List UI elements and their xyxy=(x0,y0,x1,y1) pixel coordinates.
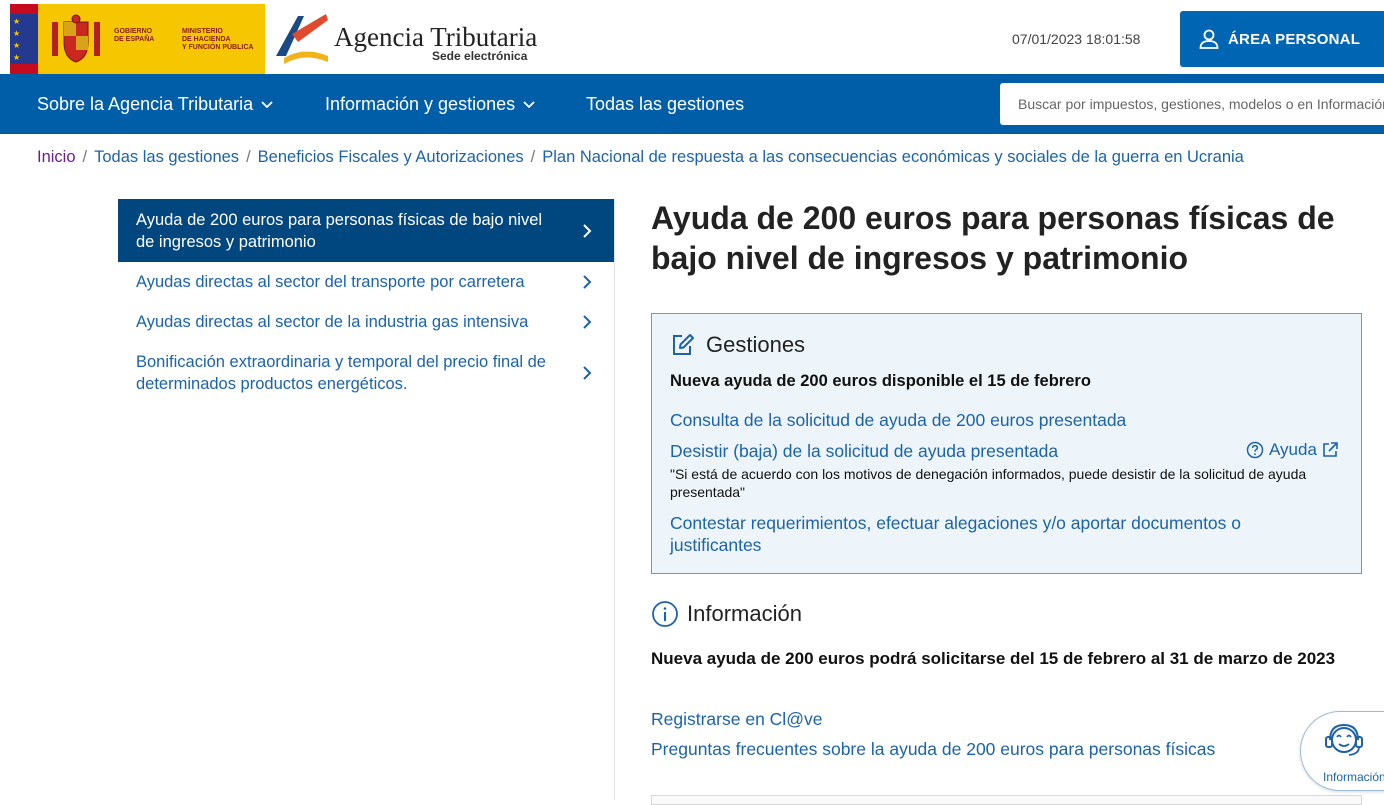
gestiones-notice: Nueva ayuda de 200 euros disponible el 1… xyxy=(670,372,1091,390)
page-title: Ayuda de 200 euros para personas físicas… xyxy=(651,200,1335,276)
nav-item-label: Todas las gestiones xyxy=(586,93,745,114)
breadcrumb-inicio[interactable]: Inicio xyxy=(37,148,76,166)
chevron-right-icon xyxy=(583,366,592,380)
link-desistir-solicitud[interactable]: Desistir (baja) de la solicitud de ayuda… xyxy=(670,440,1058,462)
search-input[interactable] xyxy=(1000,83,1384,125)
user-icon xyxy=(1199,29,1219,49)
eu-flag-icon: ★ ★ ★ ★ xyxy=(10,4,38,74)
sidebar-item-label: Ayudas directas al sector de la industri… xyxy=(136,313,529,331)
info-circle-icon xyxy=(652,601,678,627)
sidebar-item-label: Bonificación extraordinaria y temporal d… xyxy=(136,353,546,393)
sidebar-item-label: Ayudas directas al sector del transporte… xyxy=(136,273,525,291)
agency-subtitle: Sede electrónica xyxy=(432,49,528,63)
area-personal-button[interactable]: ÁREA PERSONAL xyxy=(1180,11,1384,67)
nav-item-label: Sobre la Agencia Tributaria xyxy=(37,93,254,114)
informacion-heading-text: Información xyxy=(687,601,802,626)
sidebar-item-bonificacion[interactable]: Bonificación extraordinaria y temporal d… xyxy=(118,342,614,404)
gobierno-espana-logo[interactable]: ★ ★ ★ ★ GOBIERNO DE ESPAÑA MINISTERIO DE HA… xyxy=(10,4,265,74)
ministerio-text: MINISTERIO DE HACIENDA Y FUNCIÓN PÚBLICA xyxy=(182,28,254,51)
support-agent-icon xyxy=(1325,723,1363,756)
nav-informacion-gestiones[interactable]: Información y gestiones xyxy=(325,74,536,134)
gobierno-text: GOBIERNO DE ESPAÑA xyxy=(114,28,155,43)
gestiones-heading: Gestiones xyxy=(670,332,805,358)
ayuda-label: Ayuda xyxy=(1269,440,1317,459)
edit-icon xyxy=(673,334,694,355)
help-widget-label: Información xyxy=(1323,770,1384,784)
chevron-right-icon xyxy=(583,315,592,329)
breadcrumb-separator: / xyxy=(530,148,536,166)
sidebar-item-transporte[interactable]: Ayudas directas al sector del transporte… xyxy=(118,262,614,302)
sidebar-item-gas-intensiva[interactable]: Ayudas directas al sector de la industri… xyxy=(118,302,614,342)
ayuda-link[interactable]: Ayuda xyxy=(1246,440,1339,460)
top-header: ★ ★ ★ ★ GOBIERNO DE ESPAÑA MINISTERIO DE HA… xyxy=(0,0,1384,74)
next-panel-edge xyxy=(651,795,1362,805)
link-consulta-solicitud[interactable]: Consulta de la solicitud de ayuda de 200… xyxy=(670,409,1126,431)
link-contestar-requerimientos[interactable]: Contestar requerimientos, efectuar alega… xyxy=(670,512,1330,556)
external-link-icon xyxy=(1323,442,1338,457)
gestiones-heading-text: Gestiones xyxy=(706,332,806,357)
informacion-heading: Información xyxy=(651,600,802,628)
breadcrumb-separator: / xyxy=(82,148,88,166)
nav-sobre-agencia[interactable]: Sobre la Agencia Tributaria xyxy=(37,74,274,134)
sidebar: Ayuda de 200 euros para personas físicas… xyxy=(118,199,614,404)
desistir-quote: "Si está de acuerdo con los motivos de d… xyxy=(670,466,1307,500)
area-personal-label: ÁREA PERSONAL xyxy=(1228,30,1361,48)
breadcrumb: Inicio / Todas las gestiones / Beneficios Fi… xyxy=(37,148,1244,167)
link-registrarse-clave[interactable]: Registrarse en Cl@ve xyxy=(651,709,822,730)
sidebar-item-label: Ayuda de 200 euros para personas físicas… xyxy=(136,211,543,251)
chevron-down-icon xyxy=(261,101,273,109)
nav-todas-gestiones[interactable]: Todas las gestiones xyxy=(586,74,744,134)
nav-item-label: Información y gestiones xyxy=(325,93,516,114)
sidebar-item-ayuda-200[interactable]: Ayuda de 200 euros para personas físicas… xyxy=(118,199,614,262)
breadcrumb-separator: / xyxy=(246,148,251,166)
coat-of-arms-icon xyxy=(52,14,100,63)
current-datetime: 07/01/2023 18:01:58 xyxy=(1012,31,1141,47)
question-icon xyxy=(1246,441,1264,459)
informacion-notice: Nueva ayuda de 200 euros podrá solicitar… xyxy=(651,649,1336,668)
help-widget-button[interactable]: Información xyxy=(1300,711,1384,791)
agencia-tributaria-logo-icon[interactable] xyxy=(274,12,330,64)
breadcrumb-todas-gestiones[interactable]: Todas las gestiones xyxy=(94,148,239,166)
breadcrumb-beneficios-fiscales[interactable]: Beneficios Fiscales y Autorizaciones xyxy=(258,148,524,166)
link-preguntas-frecuentes[interactable]: Preguntas frecuentes sobre la ayuda de 2… xyxy=(651,739,1215,760)
breadcrumb-plan-nacional[interactable]: Plan Nacional de respuesta a las consecu… xyxy=(542,148,1244,166)
chevron-right-icon xyxy=(583,223,592,238)
gestiones-panel: Gestiones Nueva ayuda de 200 euros dispo… xyxy=(651,313,1362,574)
sidebar-divider xyxy=(614,199,615,800)
chevron-down-icon xyxy=(523,101,535,109)
chevron-right-icon xyxy=(583,275,592,289)
